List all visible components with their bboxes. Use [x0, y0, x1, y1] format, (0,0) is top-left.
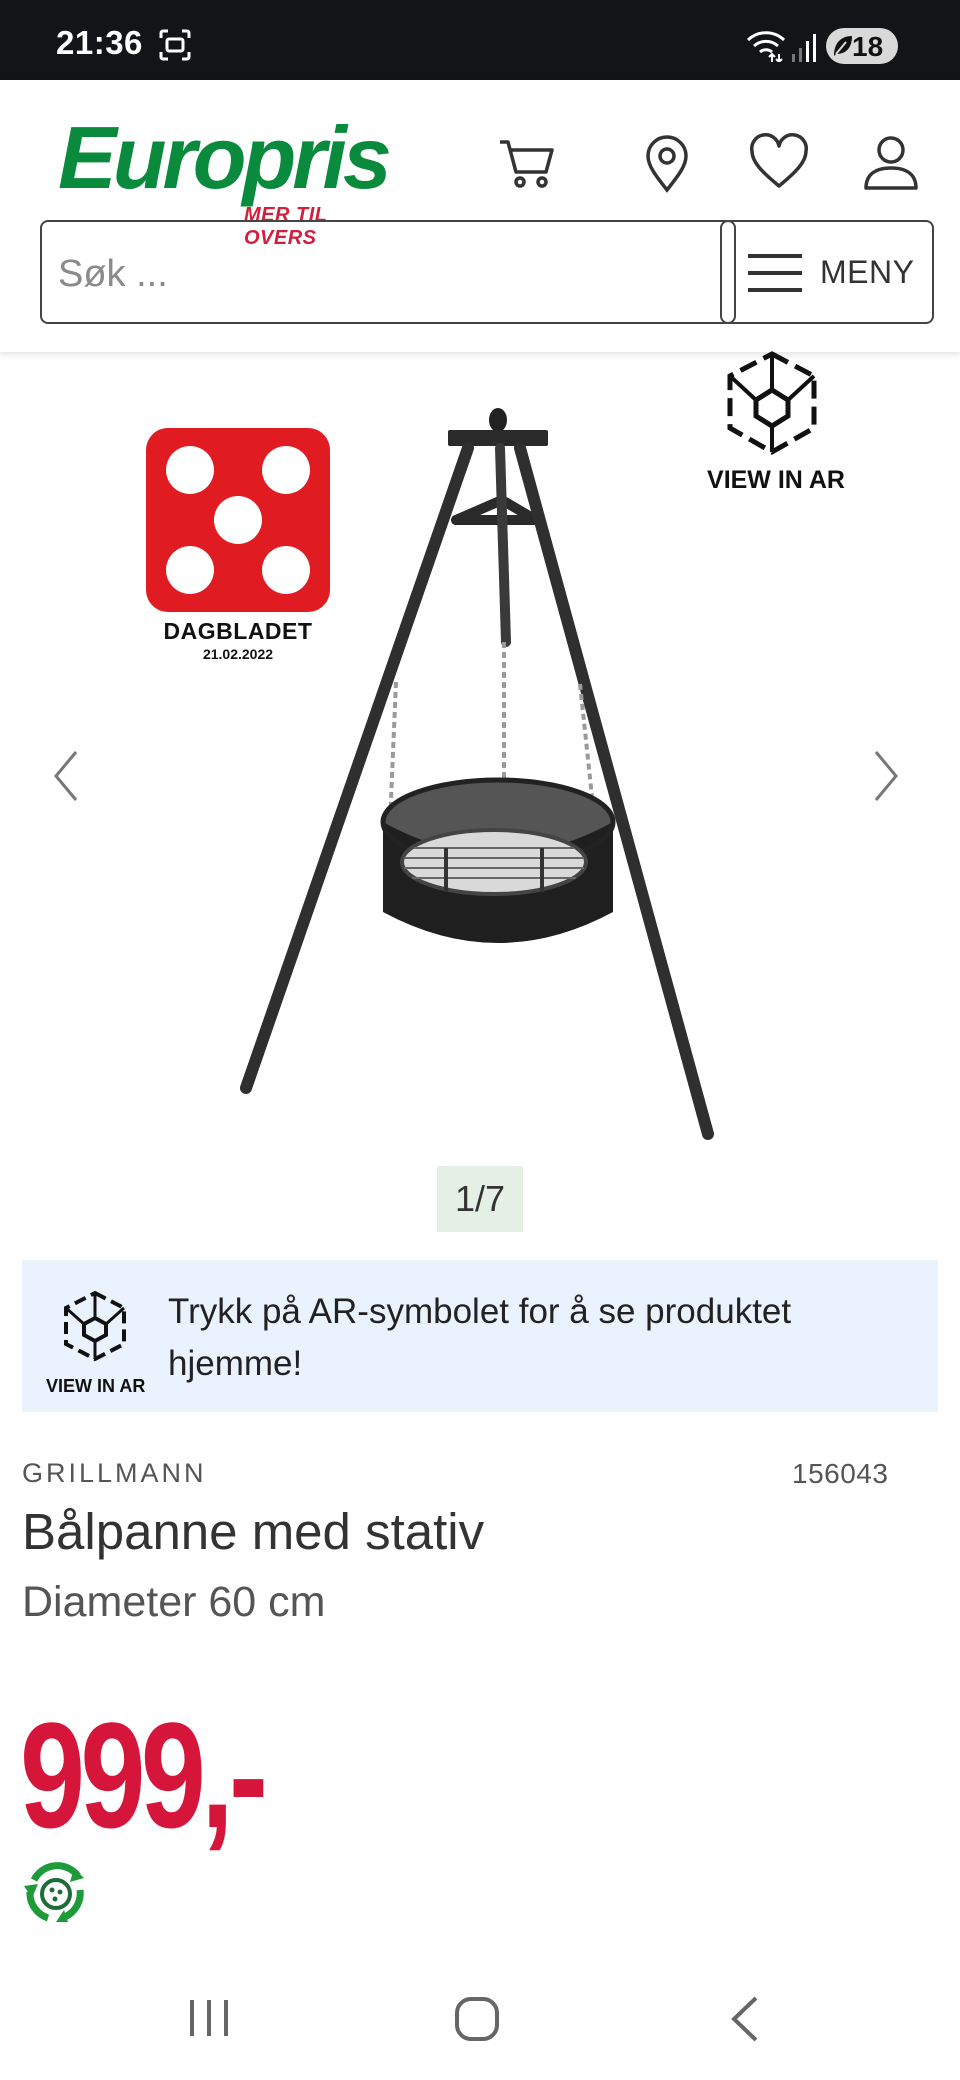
- menu-button[interactable]: MENY: [720, 220, 934, 324]
- screenshot-icon: [159, 29, 191, 61]
- menu-label: MENY: [820, 254, 915, 290]
- recent-apps-icon[interactable]: [186, 1996, 232, 2040]
- battery-icon: 18: [826, 28, 898, 64]
- status-time: 21:36: [56, 24, 143, 61]
- cart-icon[interactable]: [494, 130, 560, 196]
- status-bar: 21:36 18: [0, 0, 960, 80]
- wifi-icon: [746, 31, 786, 62]
- site-header: Europris MER TIL OVERS MENY: [0, 80, 960, 352]
- home-icon[interactable]: [452, 1994, 502, 2044]
- ar-info-banner[interactable]: VIEW IN AR Trykk på AR-symbolet for å se…: [22, 1260, 938, 1412]
- product-price: 999,-: [20, 1691, 268, 1859]
- search-box[interactable]: [40, 220, 736, 324]
- europris-logo[interactable]: Europris MER TIL OVERS: [58, 108, 392, 249]
- chevron-left-icon[interactable]: [46, 746, 86, 806]
- ar-banner-text: Trykk på AR-symbolet for å se produktet …: [168, 1292, 792, 1383]
- signal-icon: [792, 34, 816, 62]
- location-icon[interactable]: [634, 130, 700, 196]
- heart-icon[interactable]: [746, 130, 812, 196]
- product-sku: 156043: [792, 1458, 889, 1489]
- image-counter: 1/7: [437, 1166, 523, 1232]
- product-brand[interactable]: GRILLMANN: [22, 1458, 207, 1489]
- product-title: Bålpanne med stativ: [22, 1503, 485, 1560]
- ar-cube-icon: [64, 1290, 126, 1362]
- back-icon[interactable]: [728, 1994, 762, 2044]
- product-subtitle: Diameter 60 cm: [22, 1578, 326, 1626]
- chevron-right-icon[interactable]: [866, 746, 906, 806]
- recycle-icon[interactable]: [18, 1856, 94, 1932]
- search-input[interactable]: [56, 248, 720, 300]
- ar-banner-icon-label: VIEW IN AR: [46, 1376, 146, 1396]
- battery-level: 18: [852, 31, 884, 62]
- user-icon[interactable]: [858, 130, 924, 196]
- product-image[interactable]: [200, 392, 760, 1152]
- hamburger-icon: [748, 254, 802, 292]
- logo-text: Europris: [58, 108, 392, 207]
